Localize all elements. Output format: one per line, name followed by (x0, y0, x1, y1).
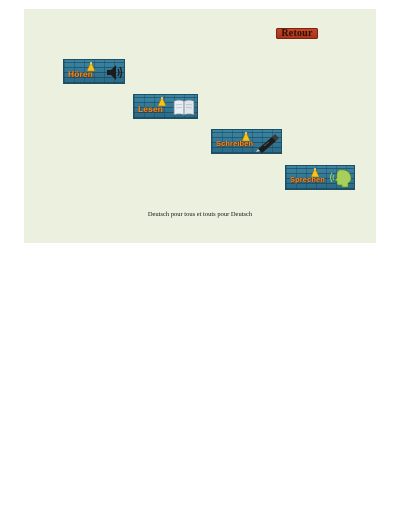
tile-lesen[interactable]: Lesen (133, 94, 198, 119)
page-panel: Retour Hören Lesen Schreiben Sprechen De… (24, 9, 376, 243)
retour-button[interactable]: Retour (276, 28, 318, 39)
speaking-head-icon (330, 169, 352, 188)
retour-button-label: Retour (281, 27, 313, 39)
tile-schreiben[interactable]: Schreiben (211, 129, 282, 154)
tile-sprechen[interactable]: Sprechen (285, 165, 355, 190)
tile-label: Sprechen (290, 175, 325, 184)
tile-label: Schreiben (216, 139, 254, 148)
pen-icon (256, 134, 279, 153)
speaker-icon (107, 65, 123, 80)
book-icon (173, 99, 195, 116)
tile-label: Lesen (138, 104, 164, 114)
tile-label: Hören (68, 69, 94, 79)
tile-hoeren[interactable]: Hören (63, 59, 125, 84)
footer-caption: Deutsch pour tous et touts pour Deutsch (147, 211, 253, 218)
